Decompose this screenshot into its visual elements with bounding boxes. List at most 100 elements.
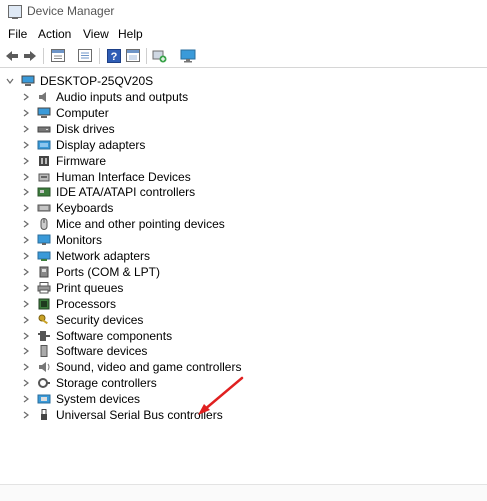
tree-item[interactable]: Keyboards [0, 200, 300, 216]
tree-item[interactable]: Ports (COM & LPT) [0, 264, 300, 280]
processor-icon [37, 298, 51, 310]
computer-icon [37, 107, 51, 119]
security-key-icon [37, 314, 51, 326]
computer-icon [21, 75, 35, 87]
chevron-right-icon[interactable] [21, 171, 31, 183]
storage-controller-icon [37, 377, 51, 389]
tree-item-label: Storage controllers [56, 376, 157, 391]
menu-file[interactable]: File [8, 27, 27, 41]
device-manager-icon [8, 5, 22, 19]
chevron-right-icon[interactable] [21, 91, 31, 103]
status-bar [0, 484, 487, 501]
tree-item-label: Software devices [56, 344, 148, 359]
tree-item-label: Print queues [56, 280, 124, 295]
ide-controller-icon [37, 186, 51, 198]
tree-item[interactable]: Firmware [0, 153, 300, 169]
details-icon[interactable] [125, 48, 141, 63]
chevron-right-icon[interactable] [21, 330, 31, 342]
monitor-icon[interactable] [180, 48, 196, 63]
firmware-icon [37, 155, 51, 167]
chevron-right-icon[interactable] [21, 409, 31, 421]
chevron-right-icon[interactable] [21, 377, 31, 389]
tree-item[interactable]: Monitors [0, 232, 300, 248]
monitor-icon [37, 234, 51, 246]
red-arrow-icon [198, 376, 244, 415]
tree-item-label: System devices [56, 392, 141, 407]
printer-icon [37, 281, 51, 294]
chevron-right-icon[interactable] [21, 234, 31, 246]
tree-item[interactable]: Sound, video and game controllers [0, 359, 300, 375]
chevron-right-icon[interactable] [21, 107, 31, 119]
tree-item[interactable]: Security devices [0, 312, 300, 328]
menu-action[interactable]: Action [38, 27, 71, 41]
hid-icon [37, 171, 51, 183]
chevron-right-icon[interactable] [21, 314, 31, 326]
tree-item[interactable]: Disk drives [0, 121, 300, 137]
tree-item[interactable]: Software devices [0, 343, 300, 359]
sound-icon [37, 361, 51, 373]
tree-item-label: Computer [56, 105, 109, 120]
chevron-down-icon[interactable] [5, 75, 15, 87]
usb-icon [37, 409, 51, 421]
mouse-icon [37, 218, 51, 231]
tree-item[interactable]: Human Interface Devices [0, 169, 300, 185]
chevron-right-icon[interactable] [21, 393, 31, 405]
tree-item[interactable]: Network adapters [0, 248, 300, 264]
software-device-icon [37, 345, 51, 358]
forward-icon[interactable] [22, 48, 38, 63]
keyboard-icon [37, 202, 51, 214]
svg-text:?: ? [111, 51, 118, 63]
network-adapter-icon [37, 250, 51, 262]
chevron-right-icon[interactable] [21, 218, 31, 230]
chevron-right-icon[interactable] [21, 202, 31, 214]
port-icon [37, 266, 51, 278]
tree-item-label: Network adapters [56, 249, 151, 263]
chevron-right-icon[interactable] [21, 250, 31, 262]
tree-item[interactable]: System devices [0, 391, 300, 407]
tree-item[interactable]: Print queues [0, 280, 300, 296]
list-icon[interactable] [77, 48, 93, 63]
tree-item[interactable]: Processors [0, 296, 300, 312]
menu-bar: File Action View Help [0, 26, 487, 44]
chevron-right-icon[interactable] [21, 266, 31, 278]
chevron-right-icon[interactable] [21, 186, 31, 198]
menu-help[interactable]: Help [118, 27, 143, 41]
tree-item-label: Firmware [56, 153, 106, 168]
tree-item-label: Monitors [56, 233, 103, 248]
properties-icon[interactable] [50, 48, 66, 63]
tree-item-label: Software components [56, 328, 173, 343]
chevron-right-icon[interactable] [21, 345, 31, 357]
software-component-icon [37, 330, 51, 342]
tree-item[interactable]: Mice and other pointing devices [0, 216, 300, 232]
tree-item[interactable]: IDE ATA/ATAPI controllers [0, 184, 300, 200]
speaker-icon [37, 91, 51, 103]
chevron-right-icon[interactable] [21, 155, 31, 167]
window-title: Device Manager [27, 4, 115, 18]
system-devices-icon [37, 393, 51, 405]
tree-root[interactable]: DESKTOP-25QV20S [0, 73, 300, 89]
disk-drive-icon [37, 123, 51, 135]
chevron-right-icon[interactable] [21, 298, 31, 310]
back-icon[interactable] [4, 48, 20, 63]
tree-item[interactable]: Display adapters [0, 137, 300, 153]
tree-item[interactable]: Audio inputs and outputs [0, 89, 300, 105]
tree-item[interactable]: Computer [0, 105, 300, 121]
chevron-right-icon[interactable] [21, 361, 31, 373]
scan-hardware-icon[interactable] [152, 48, 168, 63]
title-bar: Device Manager [0, 0, 487, 24]
display-adapter-icon [37, 139, 51, 151]
help-icon[interactable]: ? [106, 48, 122, 63]
tree-item[interactable]: Universal Serial Bus controllers [0, 407, 300, 423]
tree-item-label: Keyboards [56, 201, 114, 216]
menu-view[interactable]: View [83, 27, 109, 41]
root-label: DESKTOP-25QV20S [40, 74, 154, 88]
tree-item-label: Display adapters [56, 137, 146, 152]
tree-item-label: Human Interface Devices [56, 169, 191, 184]
chevron-right-icon[interactable] [21, 139, 31, 151]
chevron-right-icon[interactable] [21, 123, 31, 135]
tree-item[interactable]: Software components [0, 328, 300, 344]
tree-item[interactable]: Storage controllers [0, 375, 300, 391]
toolbar: ? [0, 45, 487, 68]
tree-item-label: Audio inputs and outputs [56, 90, 189, 104]
chevron-right-icon[interactable] [21, 282, 31, 294]
